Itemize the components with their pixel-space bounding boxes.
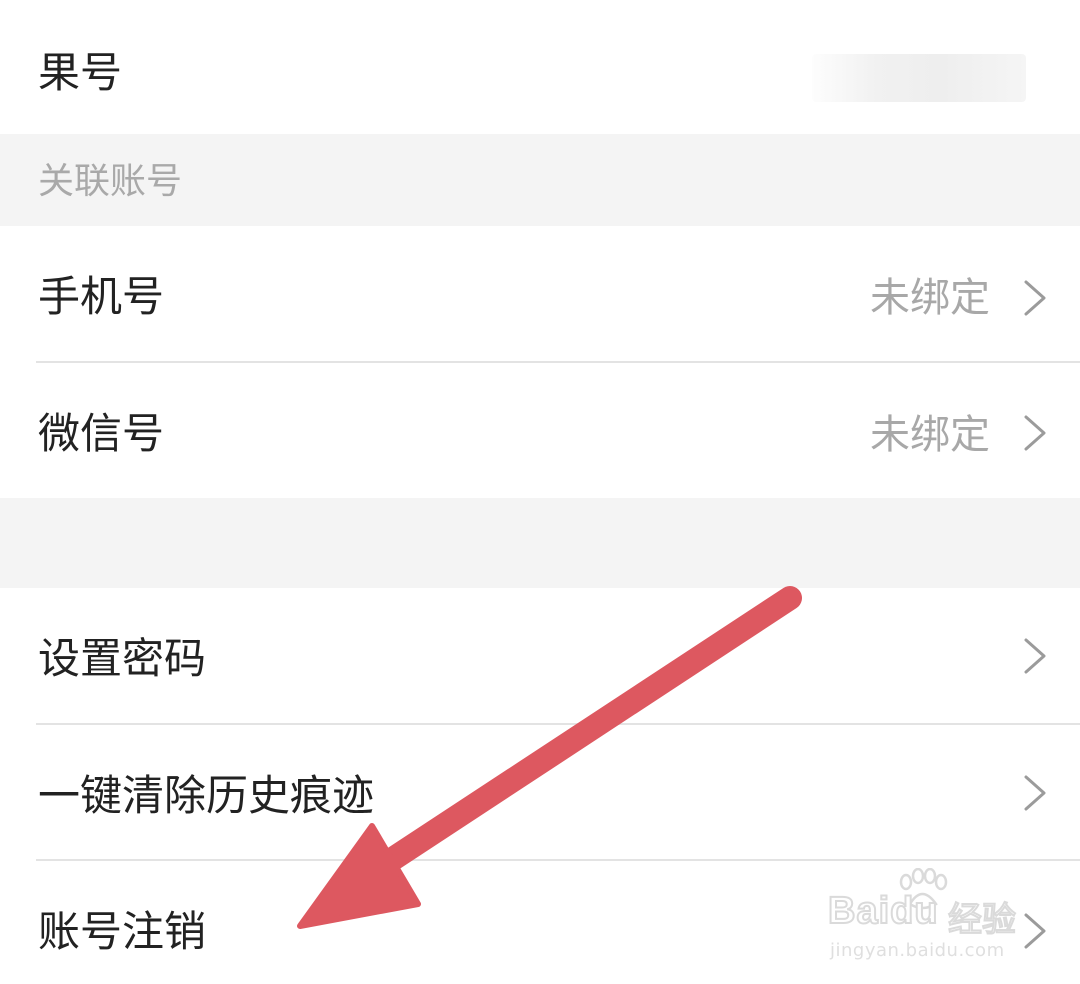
phone-row[interactable]: 手机号 未绑定 <box>0 226 1080 361</box>
wechat-status: 未绑定 <box>870 412 990 458</box>
watermark-url: jingyan.baidu.com <box>830 940 1005 961</box>
set-password-row[interactable]: 设置密码 <box>0 588 1080 723</box>
watermark-brand-cn: 经验 <box>947 899 1017 941</box>
wechat-row[interactable]: 微信号 未绑定 <box>0 363 1080 498</box>
section-header-linked-accounts: 关联账号 <box>0 134 1080 226</box>
deregister-label: 账号注销 <box>38 907 207 956</box>
baidu-jingyan-watermark: Baidu 经验 jingyan.baidu.com <box>827 868 1038 968</box>
phone-status: 未绑定 <box>870 275 990 321</box>
clear-history-row[interactable]: 一键清除历史痕迹 <box>0 725 1080 859</box>
chevron-right-icon <box>1024 775 1046 811</box>
clear-history-label: 一键清除历史痕迹 <box>38 771 375 820</box>
wechat-label: 微信号 <box>38 409 165 458</box>
section-title-linked-accounts: 关联账号 <box>38 161 183 202</box>
watermark-brand: Baidu <box>827 889 939 933</box>
chevron-right-icon <box>1024 280 1046 316</box>
guohao-label: 果号 <box>38 48 123 97</box>
chevron-right-icon <box>1024 638 1046 674</box>
phone-label: 手机号 <box>38 272 165 321</box>
set-password-label: 设置密码 <box>38 634 207 683</box>
section-spacer <box>0 498 1080 588</box>
guohao-value-redacted <box>812 54 1026 102</box>
chevron-right-icon <box>1024 415 1046 451</box>
account-guohao-row: 果号 <box>0 0 1080 134</box>
